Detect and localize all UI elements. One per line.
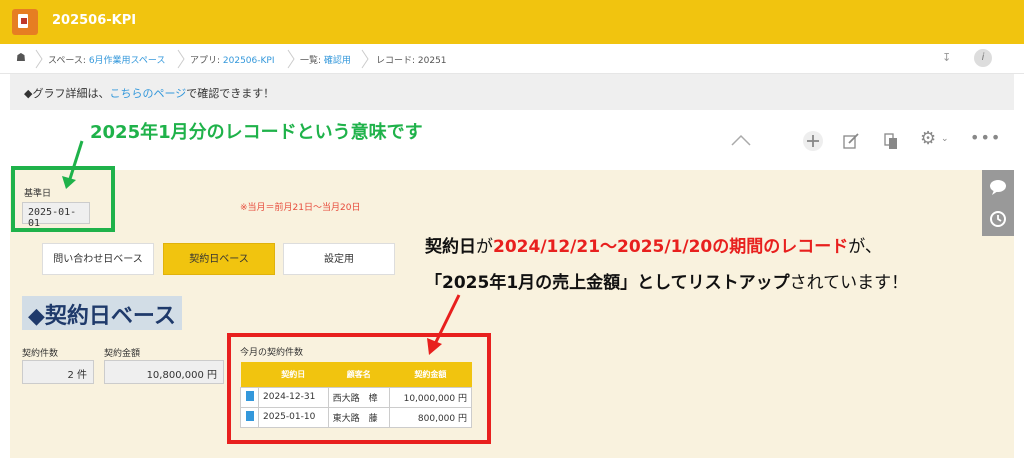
- table-label: 今月の契約件数: [240, 348, 304, 358]
- base-date-label: 基準日: [24, 189, 52, 199]
- chevron-down-icon[interactable]: ⌄: [941, 134, 949, 144]
- breadcrumb-separator-icon: [35, 49, 43, 69]
- breadcrumb-record: レコード: 20251: [376, 56, 447, 66]
- notice-link[interactable]: こちらのページ: [109, 87, 186, 100]
- contract-date-base-button[interactable]: 契約日ベース: [163, 243, 275, 275]
- home-icon[interactable]: ☗: [16, 51, 26, 64]
- title-bar: [0, 0, 1024, 44]
- document-icon[interactable]: [240, 406, 259, 428]
- breadcrumb-list[interactable]: 一覧: 確認用: [300, 53, 351, 66]
- table-header-customer: 顧客名: [328, 362, 390, 387]
- table-header-icon: [240, 362, 259, 387]
- breadcrumb: ☗ スペース: 6月作業用スペース アプリ: 202506-KPI 一覧: 確認…: [0, 44, 1024, 74]
- app-title: 202506-KPI: [52, 13, 137, 28]
- annotation-line-2: 「2025年1月の売上金額」としてリストアップされています！: [425, 273, 909, 293]
- settings-button[interactable]: 設定用: [283, 243, 395, 275]
- table-header-date: 契約日: [258, 362, 329, 387]
- annotation-green: 2025年1月分のレコードという意味です: [90, 122, 423, 143]
- annotation-line-1: 契約日が2024/12/21〜2025/1/20の期間のレコードが、: [425, 237, 882, 257]
- breadcrumb-separator-icon: [361, 49, 369, 69]
- contract-count-field: 2 件: [22, 360, 94, 384]
- breadcrumb-space[interactable]: スペース: 6月作業用スペース: [48, 53, 165, 66]
- copy-icon[interactable]: [882, 132, 900, 150]
- contract-count-label: 契約件数: [22, 349, 59, 359]
- base-date-field[interactable]: 2025-01-01: [22, 202, 90, 229]
- table-cell-customer: 西大路 樟: [327, 386, 390, 408]
- pin-icon[interactable]: ↧: [942, 51, 951, 64]
- table-row[interactable]: 2024-12-31 西大路 樟 10,000,000 円: [240, 386, 473, 408]
- table-header-amount: 契約金額: [389, 362, 472, 387]
- table-cell-amount: 800,000 円: [388, 406, 473, 428]
- notice-text: ◆グラフ詳細は、こちらのページで確認できます！: [24, 87, 275, 100]
- history-icon[interactable]: [988, 209, 1008, 229]
- contract-table: 契約日 顧客名 契約金額 2024-12-31 西大路 樟 10,000,000…: [240, 362, 473, 428]
- document-icon[interactable]: [240, 386, 259, 408]
- table-cell-amount: 10,000,000 円: [388, 386, 473, 408]
- app-icon: [12, 9, 38, 35]
- comment-icon[interactable]: [988, 178, 1008, 196]
- table-cell-date: 2024-12-31: [258, 386, 329, 408]
- period-note: ※当月＝前月21日〜当月20日: [240, 203, 361, 213]
- breadcrumb-separator-icon: [287, 49, 295, 69]
- breadcrumb-app[interactable]: アプリ: 202506-KPI: [190, 53, 275, 66]
- add-icon[interactable]: [802, 130, 824, 152]
- contract-amount-label: 契約金額: [104, 349, 141, 359]
- more-icon[interactable]: •••: [970, 128, 1001, 147]
- section-title: ◆契約日ベース: [22, 296, 182, 330]
- table-row[interactable]: 2025-01-10 東大路 藤 800,000 円: [240, 406, 473, 428]
- inquiry-date-base-button[interactable]: 問い合わせ日ベース: [42, 243, 154, 275]
- chevron-up-icon[interactable]: [730, 133, 752, 147]
- gear-icon[interactable]: ⚙: [920, 128, 936, 149]
- contract-amount-field: 10,800,000 円: [104, 360, 224, 384]
- table-cell-date: 2025-01-10: [258, 406, 329, 428]
- edit-icon[interactable]: [842, 132, 860, 150]
- table-cell-customer: 東大路 藤: [327, 406, 390, 428]
- breadcrumb-separator-icon: [177, 49, 185, 69]
- info-icon[interactable]: i: [974, 49, 992, 67]
